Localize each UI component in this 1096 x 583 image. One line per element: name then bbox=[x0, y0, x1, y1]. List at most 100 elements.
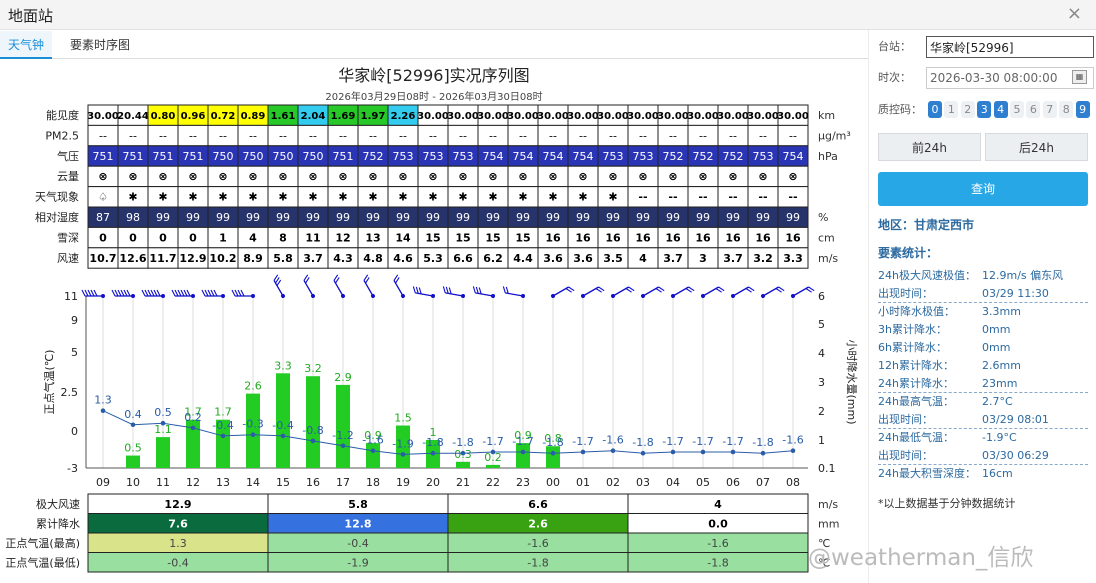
precip-bar bbox=[546, 446, 560, 468]
table-cell-value: 30.00 bbox=[627, 111, 659, 122]
table-cell-value: 12 bbox=[335, 231, 350, 244]
station-row: 台站： bbox=[878, 36, 1094, 58]
summary-value: -1.8 bbox=[707, 557, 728, 570]
table-cell-value: 754 bbox=[483, 150, 504, 163]
table-cell-value: ⊗ bbox=[758, 170, 767, 183]
qc-code-0[interactable]: 0 bbox=[928, 101, 942, 118]
stat-key: 24h累计降水： bbox=[878, 377, 954, 390]
table-cell-value: 16 bbox=[665, 231, 681, 244]
time-input[interactable] bbox=[926, 67, 1094, 89]
temperature-point bbox=[220, 433, 226, 439]
table-cell-value: 30.00 bbox=[717, 111, 749, 122]
stat-key: 小时降水极值： bbox=[878, 305, 955, 318]
table-cell-value: 3 bbox=[699, 252, 707, 265]
table-cell-value: 752 bbox=[723, 150, 744, 163]
qc-code-7[interactable]: 7 bbox=[1042, 101, 1057, 118]
temperature-point bbox=[340, 443, 346, 449]
table-cell-value: ✱ bbox=[428, 191, 437, 204]
table-cell-value: ⊗ bbox=[608, 170, 617, 183]
temperature-point bbox=[730, 449, 736, 455]
temperature-point bbox=[250, 432, 256, 438]
stat-value: -1.9°C bbox=[982, 431, 1017, 444]
y-right-tick: 1 bbox=[818, 434, 825, 447]
table-cell-value: 5.8 bbox=[273, 252, 293, 265]
calendar-icon[interactable]: ▦ bbox=[1072, 70, 1087, 84]
temperature-point bbox=[190, 425, 196, 431]
y-right-tick: 6 bbox=[818, 290, 825, 303]
stat-key: 出现时间： bbox=[878, 449, 933, 462]
table-cell-value: ⊗ bbox=[308, 170, 317, 183]
x-tick: 13 bbox=[216, 476, 230, 489]
temperature-label: -1.8 bbox=[422, 436, 443, 449]
table-cell-value: 30.00 bbox=[687, 111, 719, 122]
weather-clock-chart: 能见度 km30.0020.44 0.80 0.96 0.72 0.89 1.61 2.04 1… bbox=[5, 104, 859, 573]
y-left-tick: 5 bbox=[71, 346, 78, 359]
temperature-label: 0.4 bbox=[124, 408, 142, 421]
table-cell-value: 30.00 bbox=[447, 111, 479, 122]
summary-unit: mm bbox=[818, 518, 839, 531]
table-cell-value: 751 bbox=[333, 150, 354, 163]
qc-code-6[interactable]: 6 bbox=[1026, 101, 1041, 118]
x-tick: 09 bbox=[96, 476, 110, 489]
table-cell-value: 3.2 bbox=[753, 252, 773, 265]
qc-code-1[interactable]: 1 bbox=[944, 101, 959, 118]
y-left-tick: 2.5 bbox=[61, 386, 79, 399]
stats-heading: 要素统计： bbox=[878, 246, 939, 260]
wind-barb bbox=[701, 286, 725, 298]
table-cell-value: ⊗ bbox=[278, 170, 287, 183]
table-cell-value: 0.80 bbox=[151, 111, 176, 122]
x-tick: 04 bbox=[666, 476, 680, 489]
table-cell-value: 30.00 bbox=[537, 111, 569, 122]
table-cell-value: 30.00 bbox=[477, 111, 509, 122]
query-button[interactable]: 查询 bbox=[878, 172, 1088, 206]
table-cell-value: ⊗ bbox=[638, 170, 647, 183]
wind-barb bbox=[761, 286, 785, 298]
table-cell-value: -- bbox=[729, 129, 737, 142]
wind-barb bbox=[363, 274, 375, 298]
region-label: 地区：甘肃定西市 bbox=[878, 218, 975, 232]
qc-code-2[interactable]: 2 bbox=[960, 101, 975, 118]
temperature-point bbox=[400, 452, 406, 457]
x-tick: 06 bbox=[726, 476, 740, 489]
table-cell-value: 1.97 bbox=[361, 111, 386, 122]
temperature-point bbox=[100, 408, 106, 414]
table-cell-value: 12.6 bbox=[119, 252, 146, 265]
row-label: 能见度 bbox=[46, 108, 79, 122]
prev-24h-button[interactable]: 前24h bbox=[878, 133, 981, 161]
x-tick: 10 bbox=[126, 476, 140, 489]
table-cell-value: 754 bbox=[513, 150, 534, 163]
qc-code-5[interactable]: 5 bbox=[1010, 101, 1024, 118]
watermark: @weatherman_信欣 bbox=[808, 545, 1034, 571]
close-icon[interactable]: × bbox=[1067, 5, 1082, 23]
table-cell-value: 99 bbox=[636, 211, 650, 224]
table-cell-value: ⊗ bbox=[518, 170, 527, 183]
y-right-label: 小时降水量(mm) bbox=[845, 339, 859, 424]
wind-barb bbox=[791, 286, 815, 298]
x-tick: 21 bbox=[456, 476, 470, 489]
row-unit: hPa bbox=[818, 150, 838, 163]
qc-code-4[interactable]: 4 bbox=[993, 101, 1008, 118]
qc-code-9[interactable]: 9 bbox=[1075, 101, 1090, 118]
table-cell-value: 1.61 bbox=[271, 111, 296, 122]
temperature-label: -1.8 bbox=[752, 436, 773, 449]
wind-barb bbox=[442, 286, 465, 298]
next-24h-button[interactable]: 后24h bbox=[985, 133, 1088, 161]
table-cell-value: 10.7 bbox=[89, 252, 116, 265]
station-input[interactable] bbox=[926, 36, 1094, 58]
temperature-point bbox=[670, 449, 676, 455]
row-unit: μg/m³ bbox=[818, 129, 851, 142]
summary-value: 6.6 bbox=[528, 498, 548, 511]
temperature-point bbox=[490, 449, 496, 455]
table-cell-value: ✱ bbox=[158, 191, 167, 204]
table-cell-value: ✱ bbox=[398, 191, 407, 204]
table-cell-value: ✱ bbox=[188, 191, 197, 204]
qc-code-8[interactable]: 8 bbox=[1059, 101, 1074, 118]
wind-barb bbox=[171, 289, 195, 298]
table-cell-value: ⊗ bbox=[158, 170, 167, 183]
qc-code-3[interactable]: 3 bbox=[977, 101, 992, 118]
table-cell-value: 99 bbox=[756, 211, 770, 224]
x-tick: 15 bbox=[276, 476, 290, 489]
table-cell-value: -- bbox=[519, 129, 527, 142]
table-cell-value: ⊗ bbox=[398, 170, 407, 183]
temperature-point bbox=[700, 449, 706, 455]
